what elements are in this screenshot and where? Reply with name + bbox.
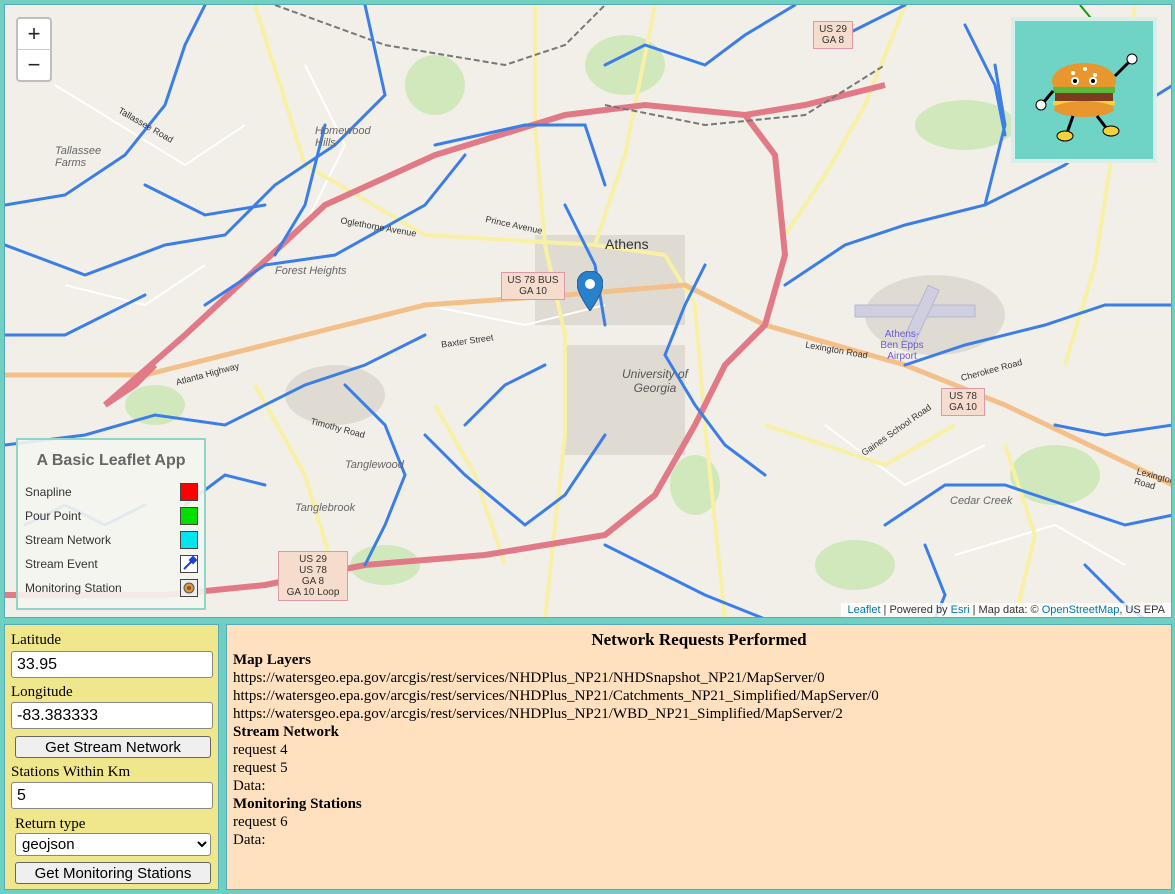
longitude-label: Longitude — [11, 684, 73, 700]
map-label-tallassee-farms: Tallassee Farms — [55, 145, 102, 169]
stations-km-label: Stations Within Km — [11, 764, 131, 780]
map-attribution: Leaflet | Powered by Esri | Map data: © … — [841, 603, 1171, 617]
map-layer-url: https://watersgeo.epa.gov/arcgis/rest/se… — [233, 688, 879, 704]
legend-label: Pour Point — [25, 509, 82, 523]
map-pin-icon[interactable] — [576, 270, 604, 312]
map-label-tanglebrook: Tanglebrook — [295, 502, 356, 514]
stream-network-swatch — [180, 531, 198, 549]
shield-us78-bus: US 78 BUS GA 10 — [501, 272, 565, 300]
return-type-label: Return type — [15, 816, 86, 832]
stream-request-line: request 5 — [233, 760, 288, 776]
map-label-cedar-creek: Cedar Creek — [950, 495, 1013, 507]
pour-point-swatch — [180, 507, 198, 525]
stations-km-input[interactable] — [11, 782, 213, 809]
map-layer-url: https://watersgeo.epa.gov/arcgis/rest/se… — [233, 706, 843, 722]
get-stream-network-button[interactable]: Get Stream Network — [15, 736, 211, 758]
map-legend: A Basic Leaflet App Snapline Pour Point … — [16, 438, 206, 610]
stream-request-line: Data: — [233, 778, 266, 794]
map-label-tanglewood: Tanglewood — [345, 459, 404, 471]
attribution-text: , US EPA — [1119, 604, 1165, 616]
map-layer-url: https://watersgeo.epa.gov/arcgis/rest/se… — [233, 670, 825, 686]
attribution-text: | Powered by — [880, 604, 951, 616]
zoom-control: + − — [16, 17, 52, 82]
shield-us29: US 29 GA 8 — [813, 21, 853, 49]
esri-link[interactable]: Esri — [951, 604, 970, 616]
legend-item-stream-network: Stream Network — [18, 528, 204, 552]
network-title: Network Requests Performed — [591, 630, 807, 649]
snapline-swatch — [180, 483, 198, 501]
monitoring-stations-heading: Monitoring Stations — [233, 796, 362, 812]
osm-link[interactable]: OpenStreetMap — [1042, 604, 1120, 616]
attribution-text: | Map data: © — [969, 604, 1042, 616]
return-type-select[interactable]: geojson — [15, 833, 211, 856]
legend-label: Stream Event — [25, 557, 98, 571]
map-label-homewood: Homewood Hills — [315, 125, 371, 149]
station-icon — [180, 579, 198, 597]
leaflet-link[interactable]: Leaflet — [847, 604, 880, 616]
get-monitoring-stations-button[interactable]: Get Monitoring Stations — [15, 862, 211, 884]
legend-item-monitoring-station: Monitoring Station — [18, 576, 204, 600]
map-view[interactable]: Athens University of Georgia Homewood Hi… — [4, 4, 1172, 618]
latitude-input[interactable] — [11, 651, 213, 678]
map-layers-heading: Map Layers — [233, 652, 311, 668]
network-requests-panel: Network Requests Performed Map Layers ht… — [226, 624, 1172, 890]
map-label-forest-heights: Forest Heights — [275, 265, 347, 277]
legend-item-snapline: Snapline — [18, 480, 204, 504]
zoom-out-button[interactable]: − — [18, 49, 50, 80]
latitude-label: Latitude — [11, 632, 61, 648]
legend-item-pour-point: Pour Point — [18, 504, 204, 528]
dropper-icon — [180, 555, 198, 573]
shield-us78: US 78 GA 10 — [941, 388, 985, 416]
shield-us29-loop: US 29 US 78 GA 8 GA 10 Loop — [278, 551, 348, 601]
query-panel: Latitude Longitude Get Stream Network St… — [4, 624, 219, 890]
burger-mascot-icon — [1011, 17, 1157, 163]
legend-label: Snapline — [25, 485, 72, 499]
legend-label: Monitoring Station — [25, 581, 122, 595]
map-label-athens: Athens — [605, 236, 649, 252]
stations-request-line: request 6 — [233, 814, 288, 830]
legend-title: A Basic Leaflet App — [36, 452, 186, 469]
stream-request-line: request 4 — [233, 742, 288, 758]
map-label-airport: Athens-Ben Epps Airport — [880, 329, 924, 362]
legend-item-stream-event: Stream Event — [18, 552, 204, 576]
legend-label: Stream Network — [25, 533, 112, 547]
stream-network-heading: Stream Network — [233, 724, 339, 740]
zoom-in-button[interactable]: + — [18, 19, 50, 49]
map-label-uga: University of Georgia — [621, 367, 689, 395]
stations-request-line: Data: — [233, 832, 266, 848]
longitude-input[interactable] — [11, 702, 213, 729]
